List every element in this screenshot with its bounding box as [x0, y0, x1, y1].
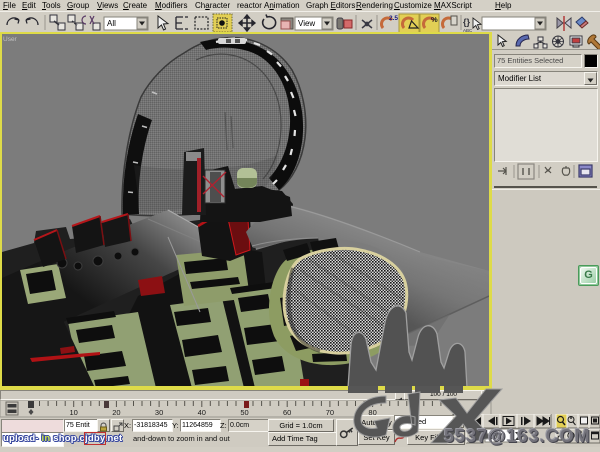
svg-text:40: 40 — [198, 408, 206, 417]
svg-text:60: 60 — [283, 408, 291, 417]
svg-text:50: 50 — [240, 408, 248, 417]
svg-text:70: 70 — [326, 408, 334, 417]
svg-text:%: % — [431, 15, 438, 24]
svg-text:20: 20 — [112, 408, 120, 417]
svg-text:10: 10 — [70, 408, 78, 417]
svg-text:2.5: 2.5 — [389, 15, 398, 22]
svg-text:View: View — [298, 19, 315, 28]
svg-text:30: 30 — [155, 408, 163, 417]
svg-text:All: All — [107, 19, 116, 28]
svg-text:{}: {} — [463, 17, 471, 27]
